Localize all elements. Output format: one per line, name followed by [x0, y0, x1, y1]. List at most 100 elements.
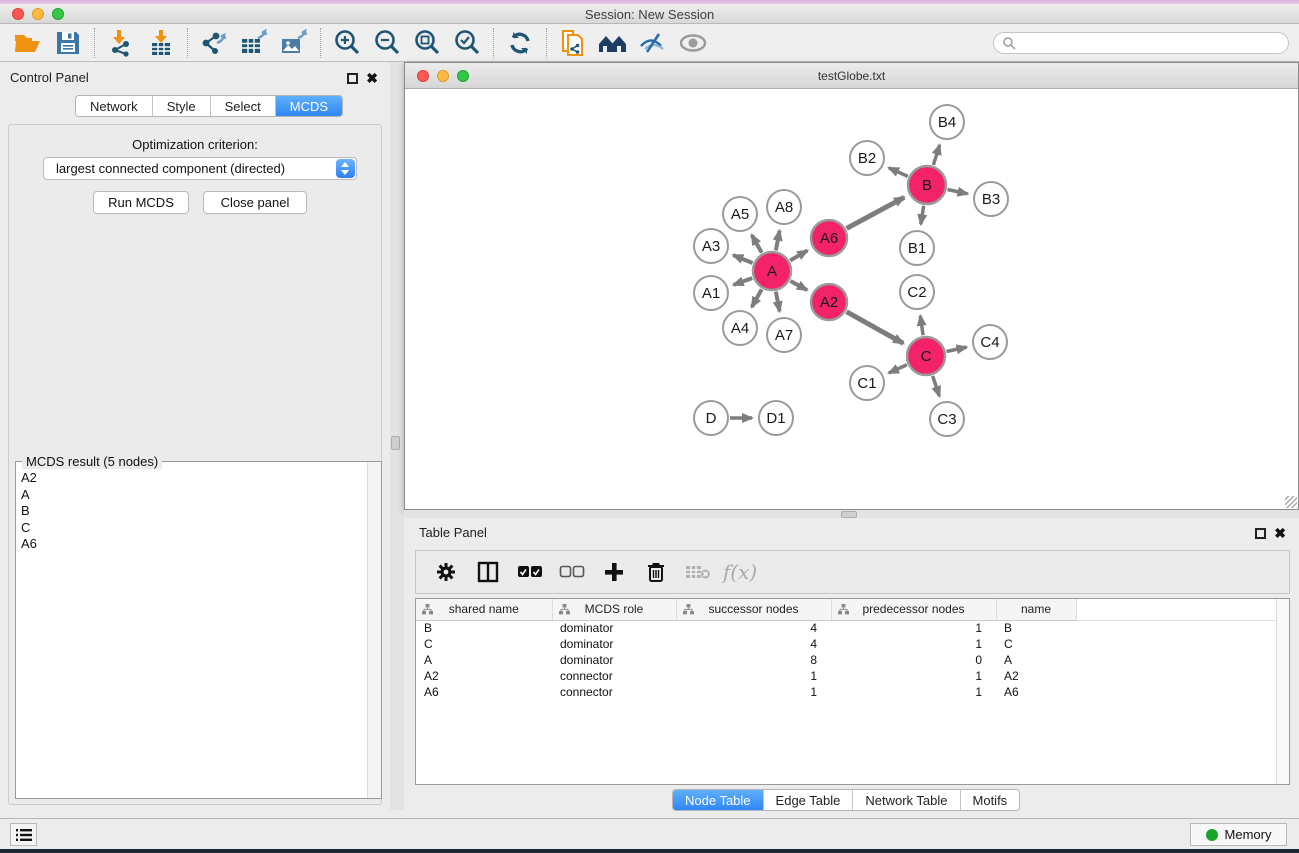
hide-panel-button[interactable] — [633, 26, 673, 60]
node-table-header[interactable]: shared nameMCDS rolesuccessor nodesprede… — [416, 599, 1277, 620]
network-view-window[interactable]: testGlobe.txt B4B2BB3A5A8A6A3B1AA1C2A2A4… — [404, 62, 1299, 510]
graph-edge-A-A7[interactable] — [776, 292, 780, 312]
float-table-panel-button[interactable] — [1255, 526, 1266, 544]
export-network-button[interactable] — [194, 26, 234, 60]
function-builder-button[interactable]: f(x) — [726, 558, 754, 586]
copy-network-button[interactable] — [553, 26, 593, 60]
graph-edge-A-A3[interactable] — [733, 255, 752, 263]
graph-node-D[interactable]: D — [694, 401, 728, 435]
table-cell[interactable]: 1 — [831, 620, 996, 636]
graph-edge-A6-B[interactable] — [847, 197, 905, 228]
column-header-successor-nodes[interactable]: successor nodes — [676, 599, 831, 620]
tab-network[interactable]: Network — [76, 96, 153, 116]
mcds-result-list[interactable]: A2ABCA6 — [16, 464, 367, 798]
table-cell[interactable]: connector — [552, 668, 676, 684]
table-row[interactable]: A6connector11A6 — [416, 684, 1277, 700]
graph-edge-A-A4[interactable] — [752, 289, 762, 307]
graph-edge-A2-C[interactable] — [846, 312, 903, 344]
graph-edge-C-C4[interactable] — [947, 347, 967, 351]
graph-node-A7[interactable]: A7 — [767, 318, 801, 352]
graph-node-C3[interactable]: C3 — [930, 402, 964, 436]
graph-node-B1[interactable]: B1 — [900, 231, 934, 265]
result-list-scrollbar[interactable] — [367, 462, 381, 798]
graph-edge-A-A1[interactable] — [734, 278, 753, 285]
table-cell[interactable]: 1 — [831, 636, 996, 652]
graph-node-A[interactable]: A — [753, 252, 791, 290]
table-cell[interactable]: A — [416, 652, 552, 668]
import-table-button[interactable] — [141, 26, 181, 60]
float-panel-button[interactable] — [347, 71, 358, 89]
table-row[interactable]: Cdominator41C — [416, 636, 1277, 652]
delete-column-button[interactable] — [642, 558, 670, 586]
refresh-button[interactable] — [500, 26, 540, 60]
graph-edge-C-C3[interactable] — [933, 376, 940, 396]
graph-node-A2[interactable]: A2 — [811, 284, 847, 320]
node-table[interactable]: shared nameMCDS rolesuccessor nodesprede… — [415, 598, 1290, 785]
show-panel-button[interactable] — [673, 26, 713, 60]
show-column-button[interactable] — [474, 558, 502, 586]
graph-edge-C-C1[interactable] — [889, 365, 907, 373]
graph-node-A3[interactable]: A3 — [694, 229, 728, 263]
graph-node-A6[interactable]: A6 — [811, 220, 847, 256]
export-image-button[interactable] — [274, 26, 314, 60]
graph-node-C2[interactable]: C2 — [900, 275, 934, 309]
add-column-button[interactable] — [600, 558, 628, 586]
table-cell[interactable]: 8 — [676, 652, 831, 668]
graph-edge-B-B3[interactable] — [948, 189, 968, 193]
graph-node-C1[interactable]: C1 — [850, 366, 884, 400]
graph-node-B2[interactable]: B2 — [850, 141, 884, 175]
table-cell[interactable]: 0 — [831, 652, 996, 668]
table-cell[interactable]: dominator — [552, 620, 676, 636]
graph-node-A4[interactable]: A4 — [723, 311, 757, 345]
graph-edge-C-C2[interactable] — [920, 316, 923, 335]
column-header-shared-name[interactable]: shared name — [416, 599, 552, 620]
graph-node-B3[interactable]: B3 — [974, 182, 1008, 216]
zoom-selected-button[interactable] — [447, 26, 487, 60]
graph-edge-A-A8[interactable] — [776, 231, 780, 251]
import-network-button[interactable] — [101, 26, 141, 60]
table-cell[interactable]: 1 — [831, 668, 996, 684]
result-list-item[interactable]: A6 — [21, 536, 367, 553]
table-cell[interactable]: B — [416, 620, 552, 636]
tab-edge-table[interactable]: Edge Table — [764, 790, 854, 810]
horizontal-splitter-handle[interactable] — [841, 511, 857, 518]
table-row[interactable]: Bdominator41B — [416, 620, 1277, 636]
table-cell[interactable]: A — [996, 652, 1076, 668]
table-cell[interactable]: 4 — [676, 620, 831, 636]
tab-mcds[interactable]: MCDS — [276, 96, 342, 116]
tab-network-table[interactable]: Network Table — [853, 790, 960, 810]
graph-node-A1[interactable]: A1 — [694, 276, 728, 310]
table-cell[interactable]: dominator — [552, 652, 676, 668]
node-table-body[interactable]: Bdominator41BCdominator41CAdominator80AA… — [416, 620, 1277, 700]
close-table-panel-button[interactable]: ✖ — [1274, 525, 1286, 543]
table-row[interactable]: Adominator80A — [416, 652, 1277, 668]
select-all-button[interactable] — [516, 558, 544, 586]
graph-edge-B-B1[interactable] — [921, 206, 924, 225]
open-session-button[interactable] — [8, 26, 48, 60]
table-cell[interactable]: A2 — [416, 668, 552, 684]
close-panel-action-button[interactable]: Close panel — [203, 191, 307, 214]
zoom-out-button[interactable] — [367, 26, 407, 60]
export-table-button[interactable] — [234, 26, 274, 60]
table-settings-button[interactable] — [432, 558, 460, 586]
table-cell[interactable]: 1 — [676, 668, 831, 684]
result-list-item[interactable]: C — [21, 520, 367, 537]
deselect-all-button[interactable] — [558, 558, 586, 586]
column-header-predecessor-nodes[interactable]: predecessor nodes — [831, 599, 996, 620]
home-layout-button[interactable] — [593, 26, 633, 60]
window-resize-grip[interactable] — [1285, 496, 1297, 508]
tab-motifs[interactable]: Motifs — [961, 790, 1020, 810]
table-cell[interactable]: 4 — [676, 636, 831, 652]
graph-edge-A-A2[interactable] — [790, 281, 807, 290]
graph-node-D1[interactable]: D1 — [759, 401, 793, 435]
table-cell[interactable]: C — [996, 636, 1076, 652]
graph-edge-A-A5[interactable] — [752, 235, 762, 253]
graph-node-C4[interactable]: C4 — [973, 325, 1007, 359]
network-window-titlebar[interactable]: testGlobe.txt — [405, 63, 1298, 89]
graph-edge-A-A6[interactable] — [790, 251, 807, 261]
tab-style[interactable]: Style — [153, 96, 211, 116]
graph-node-A5[interactable]: A5 — [723, 197, 757, 231]
table-cell[interactable]: B — [996, 620, 1076, 636]
memory-button[interactable]: Memory — [1190, 823, 1287, 846]
zoom-fit-button[interactable] — [407, 26, 447, 60]
